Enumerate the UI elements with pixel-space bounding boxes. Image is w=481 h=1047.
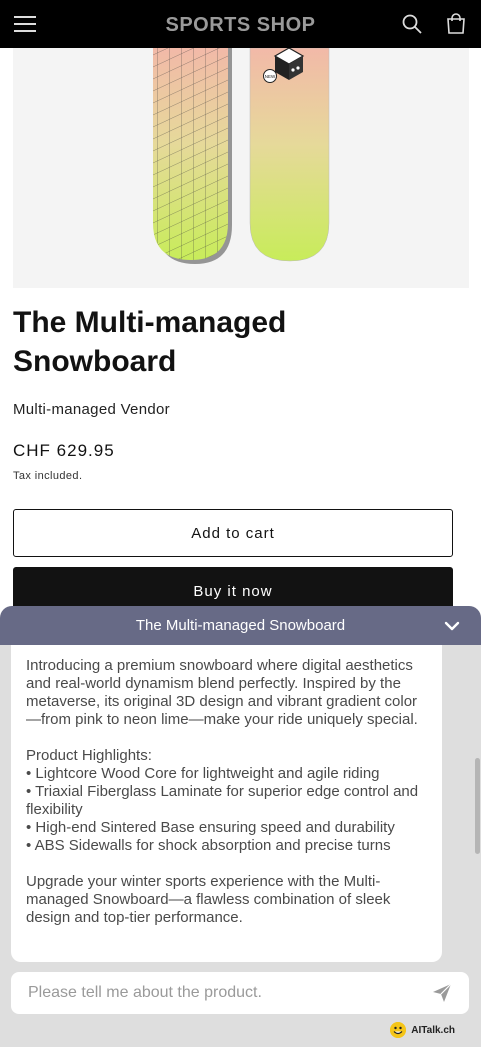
chat-header: The Multi-managed Snowboard <box>0 606 481 645</box>
site-header: SPORTS SHOP <box>0 0 481 48</box>
tax-note: Tax included. <box>13 470 83 482</box>
chat-message: Introducing a premium snowboard where di… <box>11 645 442 962</box>
product-image[interactable]: NEW <box>13 48 469 288</box>
chat-input[interactable] <box>28 984 431 1002</box>
highlight-item: • Lightcore Wood Core for lightweight an… <box>26 765 380 782</box>
smiley-icon <box>390 1022 407 1038</box>
chat-highlights: Product Highlights: • Lightcore Wood Cor… <box>26 747 427 855</box>
chat-outro: Upgrade your winter sports experience wi… <box>26 873 391 926</box>
chat-widget: The Multi-managed Snowboard Introducing … <box>0 606 481 1047</box>
add-to-cart-button[interactable]: Add to cart <box>13 509 453 557</box>
brand-badge[interactable]: AITalk.ch <box>390 1022 455 1038</box>
product-price: CHF 629.95 <box>13 441 115 460</box>
brand-name: AITalk.ch <box>411 1024 455 1036</box>
highlight-item: • High-end Sintered Base ensuring speed … <box>26 819 395 836</box>
menu-icon[interactable] <box>12 11 38 37</box>
product-title: The Multi-managed Snowboard <box>13 306 287 378</box>
new-badge: NEW <box>265 74 276 79</box>
chevron-down-icon[interactable] <box>443 617 461 635</box>
chat-intro: Introducing a premium snowboard where di… <box>26 657 418 728</box>
product-vendor: Multi-managed Vendor <box>13 401 170 418</box>
highlight-item: • ABS Sidewalls for shock absorption and… <box>26 837 391 854</box>
chat-scrollbar[interactable] <box>475 758 480 854</box>
highlight-item: • Triaxial Fiberglass Laminate for super… <box>26 783 419 818</box>
chat-input-bar <box>11 972 469 1014</box>
cart-icon[interactable] <box>443 11 469 37</box>
highlights-title: Product Highlights: <box>26 747 152 764</box>
send-icon[interactable] <box>431 982 453 1004</box>
chat-title: The Multi-managed Snowboard <box>135 617 346 634</box>
search-icon[interactable] <box>399 11 425 37</box>
